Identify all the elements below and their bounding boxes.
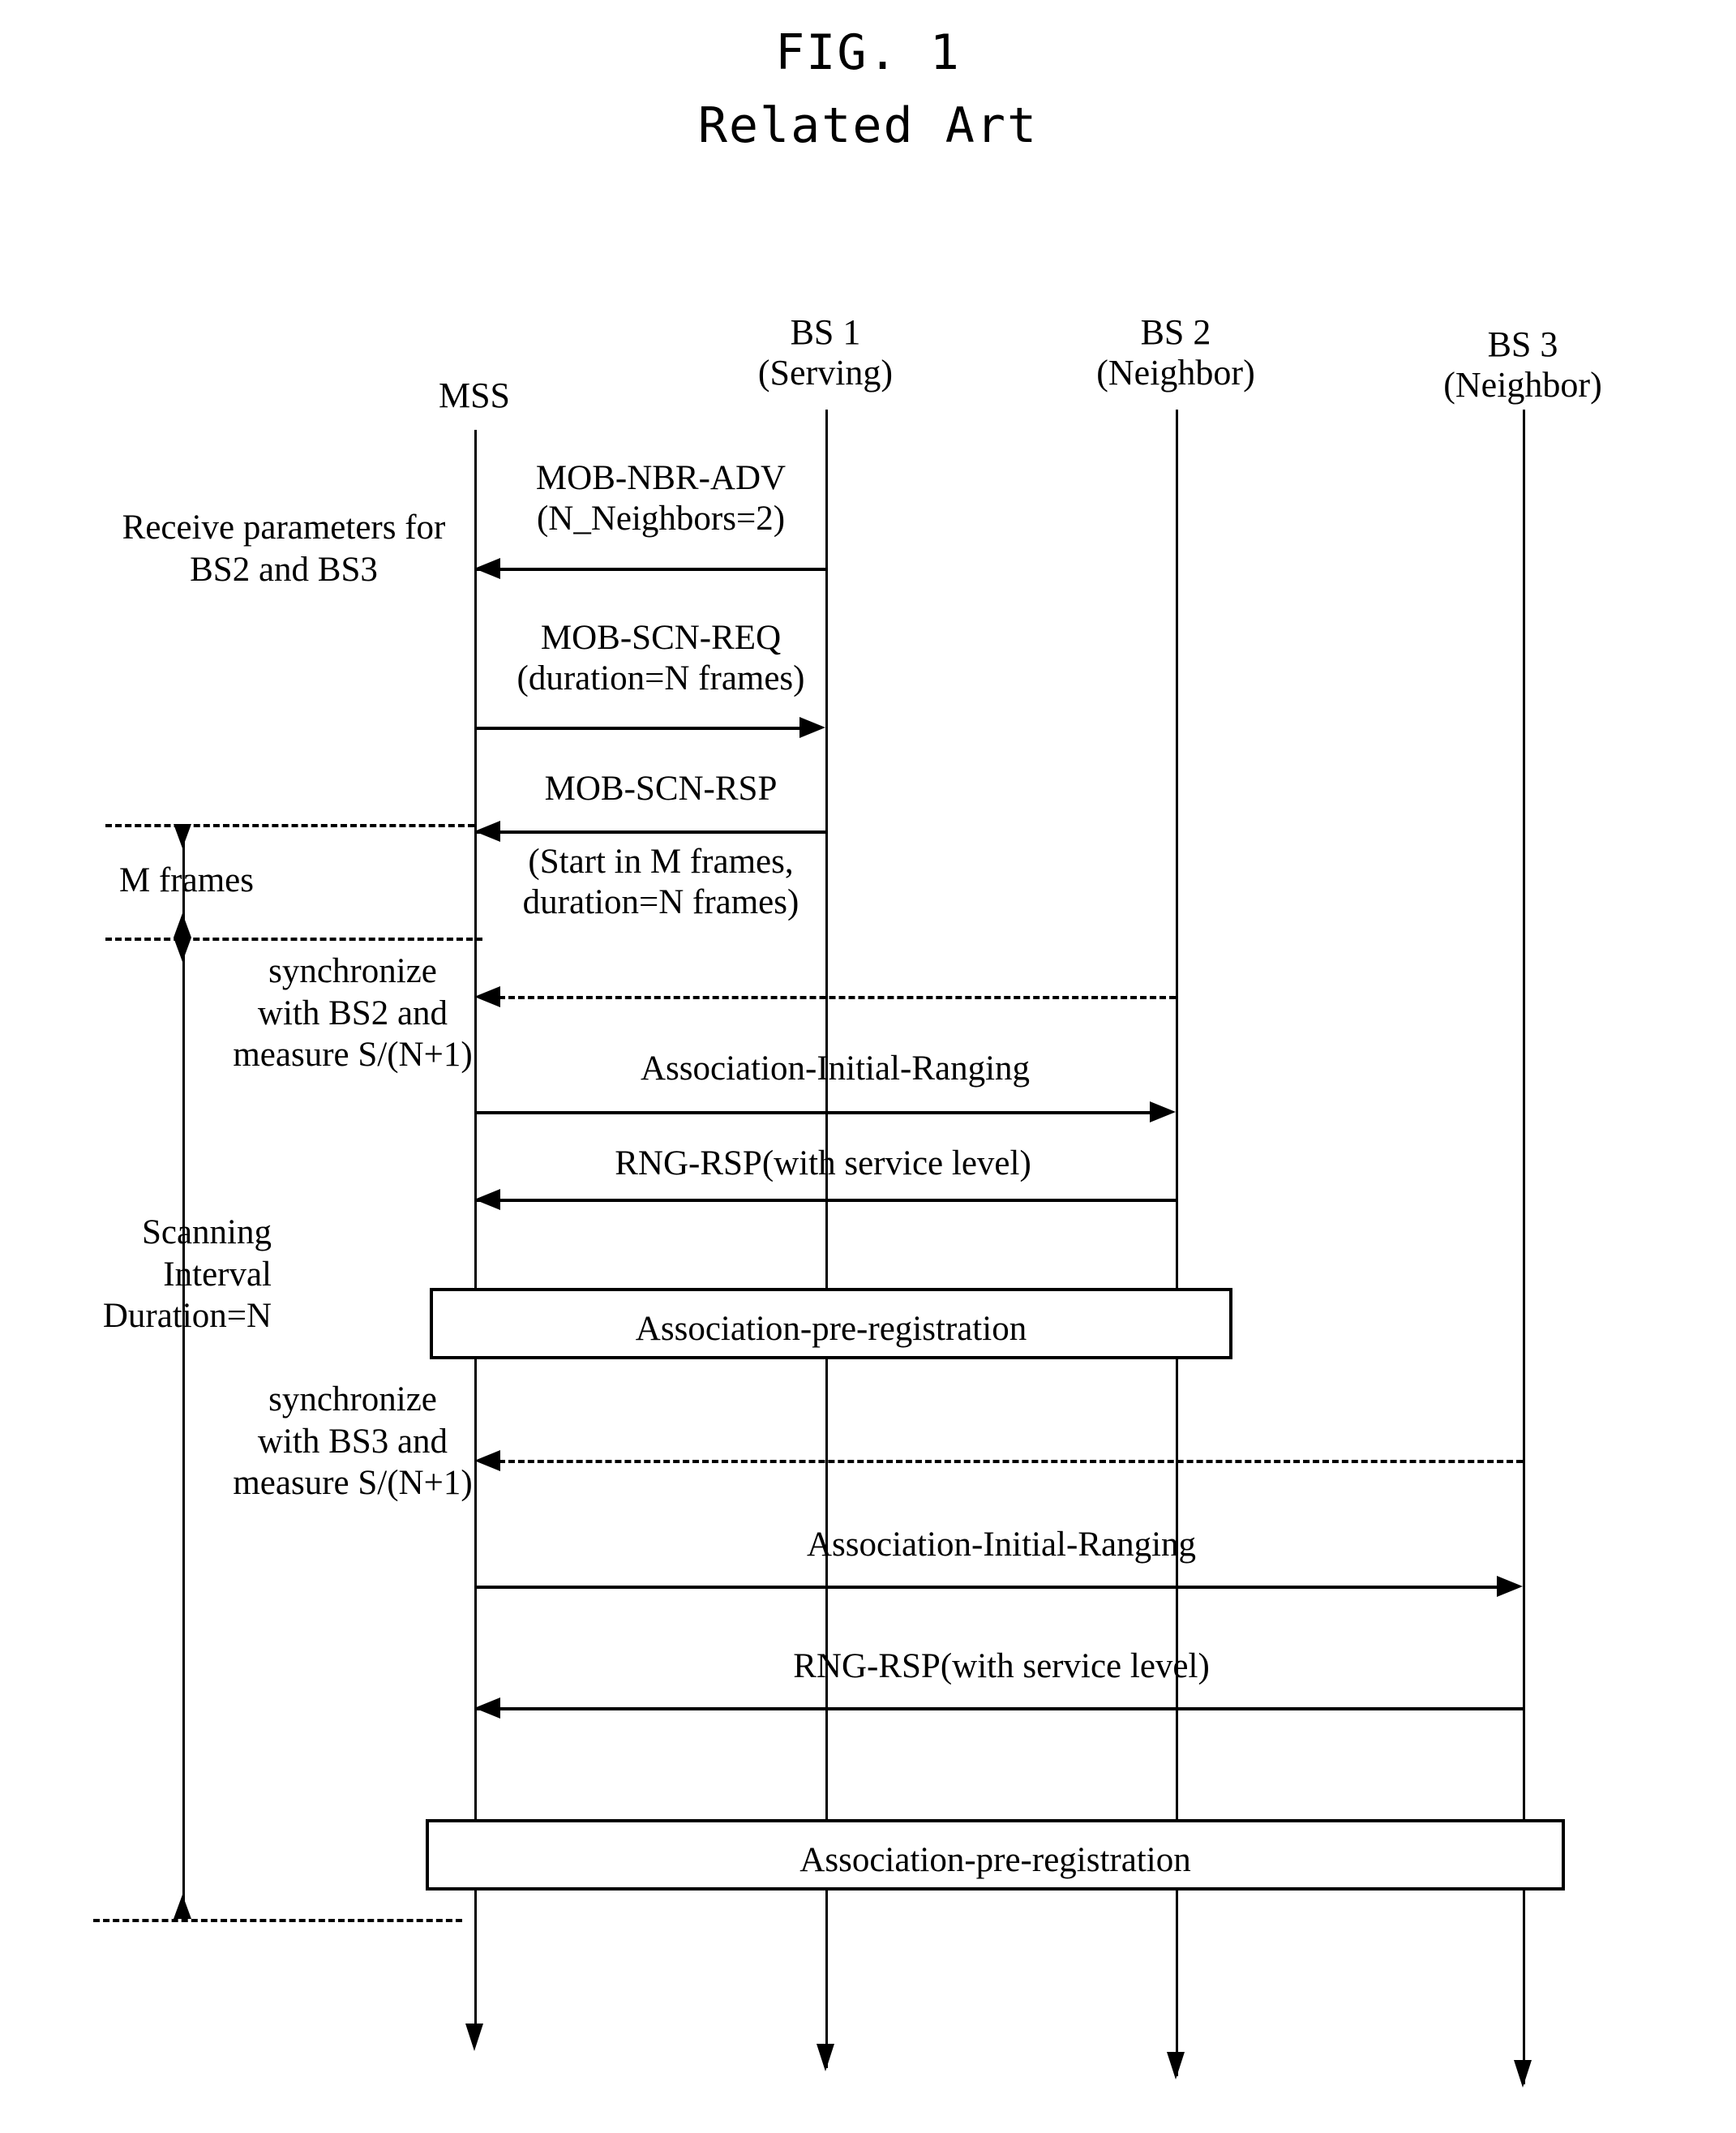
sync-bs3-line3: measure S/(N+1) — [233, 1464, 473, 1503]
mob-scn-req-line2: (duration=N frames) — [517, 659, 805, 697]
arrowhead-rng-rsp-bs2 — [474, 1189, 500, 1210]
arrowhead-assoc-init-ranging-bs3 — [1497, 1576, 1523, 1597]
lifeline-header-bs1: BS 1 (Serving) — [758, 312, 893, 393]
arrowhead-mob-scn-req — [799, 717, 825, 738]
scanning-interval-line2: Interval — [163, 1255, 272, 1294]
lifeline-header-mss: MSS — [439, 376, 510, 416]
association-pre-registration-box-1: Association-pre-registration — [430, 1288, 1232, 1359]
annotation-scanning-interval: Scanning Interval Duration=N — [85, 1212, 272, 1337]
message-label-mob-scn-rsp: MOB-SCN-RSP — [545, 769, 778, 809]
scanning-interval-line1: Scanning — [141, 1213, 272, 1251]
message-arrow-assoc-init-ranging-bs3 — [474, 1586, 1497, 1589]
lifeline-role-bs1: (Serving) — [757, 352, 894, 393]
arrowhead-assoc-init-ranging-bs2 — [1150, 1101, 1176, 1122]
lifeline-name-bs1: BS 1 — [790, 312, 861, 352]
lifeline-header-bs3: BS 3 (Neighbor) — [1443, 324, 1602, 405]
lifeline-header-bs2: BS 2 (Neighbor) — [1096, 312, 1255, 393]
arrowhead-mob-nbr-adv — [474, 558, 500, 579]
guide-dash-top-m-frames — [105, 824, 474, 827]
lifeline-arrow-bs3 — [1514, 2060, 1532, 2088]
sync-bs3-line2: with BS3 and — [257, 1422, 448, 1461]
mob-scn-req-line1: MOB-SCN-REQ — [540, 619, 782, 657]
message-label-mob-scn-rsp-detail: (Start in M frames, duration=N frames) — [523, 842, 799, 923]
assoc-init-ranging-bs3-text: Association-Initial-Ranging — [806, 1526, 1197, 1564]
message-arrow-rng-rsp-bs2 — [474, 1199, 1176, 1202]
guide-dash-bottom-m-frames — [105, 938, 482, 941]
m-frames-label: M frames — [119, 861, 254, 899]
lifeline-role-bs3: (Neighbor) — [1443, 364, 1602, 405]
lifeline-name-mss: MSS — [438, 376, 511, 415]
rng-rsp-bs3-text: RNG-RSP(with service level) — [793, 1647, 1210, 1685]
figure-title: FIG. 1 — [775, 24, 961, 81]
mob-nbr-adv-line1: MOB-NBR-ADV — [535, 459, 787, 497]
lifeline-role-bs2: (Neighbor) — [1096, 352, 1255, 393]
message-label-assoc-init-ranging-bs3: Association-Initial-Ranging — [807, 1525, 1196, 1565]
sync-bs3-line1: synchronize — [268, 1380, 437, 1418]
annotation-receive-parameters: Receive parameters for BS2 and BS3 — [105, 507, 462, 590]
lifeline-arrow-mss — [465, 2024, 483, 2051]
scanning-interval-line3: Duration=N — [102, 1297, 272, 1336]
association-pre-registration-label-2: Association-pre-registration — [799, 1841, 1191, 1879]
figure-subtitle: Related Art — [697, 97, 1039, 154]
annotation-sync-bs3: synchronize with BS3 and measure S/(N+1) — [223, 1379, 482, 1504]
lifeline-name-bs3: BS 3 — [1487, 324, 1558, 364]
receive-params-line1: Receive parameters for — [122, 509, 446, 547]
mob-scn-rsp-line2: (Start in M frames, — [528, 843, 794, 881]
lifeline-arrow-bs1 — [817, 2044, 834, 2071]
scanning-interval-measure-line — [182, 938, 185, 1919]
m-frames-arrow-up — [174, 913, 191, 938]
mob-scn-rsp-line3: duration=N frames) — [522, 882, 799, 921]
message-label-mob-nbr-adv: MOB-NBR-ADV (N_Neighbors=2) — [536, 458, 786, 539]
mob-nbr-adv-line2: (N_Neighbors=2) — [536, 499, 786, 538]
message-label-assoc-init-ranging-bs2: Association-Initial-Ranging — [641, 1049, 1030, 1089]
rng-rsp-bs2-text: RNG-RSP(with service level) — [615, 1144, 1031, 1182]
message-label-rng-rsp-bs3: RNG-RSP(with service level) — [793, 1646, 1210, 1687]
annotation-sync-bs2: synchronize with BS2 and measure S/(N+1) — [223, 951, 482, 1076]
message-arrow-rng-rsp-bs3 — [474, 1707, 1523, 1710]
message-label-mob-scn-req: MOB-SCN-REQ (duration=N frames) — [517, 618, 805, 699]
message-label-rng-rsp-bs2: RNG-RSP(with service level) — [615, 1144, 1031, 1184]
message-arrow-mob-scn-req — [474, 727, 799, 730]
lifeline-name-bs2: BS 2 — [1140, 312, 1211, 352]
guide-dash-scanning-end — [93, 1919, 462, 1922]
receive-params-line2: BS2 and BS3 — [190, 550, 378, 589]
lifeline-arrow-bs2 — [1167, 2052, 1185, 2079]
mob-scn-rsp-line1: MOB-SCN-RSP — [544, 770, 778, 808]
association-pre-registration-box-2: Association-pre-registration — [426, 1819, 1565, 1891]
lifeline-line-mss — [474, 430, 477, 2044]
message-arrow-assoc-init-ranging-bs2 — [474, 1111, 1150, 1114]
arrowhead-rng-rsp-bs3 — [474, 1697, 500, 1719]
arrowhead-sync-bs3 — [474, 1450, 500, 1471]
assoc-init-ranging-bs2-text: Association-Initial-Ranging — [640, 1049, 1031, 1088]
m-frames-arrow-down — [174, 824, 191, 848]
association-pre-registration-label-1: Association-pre-registration — [635, 1310, 1027, 1348]
arrowhead-mob-scn-rsp — [474, 821, 500, 842]
message-arrow-sync-bs3 — [499, 1460, 1523, 1463]
message-arrow-mob-scn-rsp — [474, 830, 825, 834]
sync-bs2-line2: with BS2 and — [257, 994, 448, 1032]
sync-bs2-line1: synchronize — [268, 952, 437, 990]
scanning-interval-arrow-up — [174, 1895, 191, 1919]
arrowhead-sync-bs2 — [474, 986, 500, 1007]
annotation-m-frames: M frames — [105, 860, 268, 902]
scanning-interval-arrow-down — [174, 938, 191, 962]
sync-bs2-line3: measure S/(N+1) — [233, 1036, 473, 1075]
message-arrow-sync-bs2 — [499, 996, 1176, 999]
message-arrow-mob-nbr-adv — [474, 568, 825, 571]
patent-figure-page: FIG. 1 Related Art MSS BS 1 (Serving) BS… — [0, 0, 1736, 2133]
